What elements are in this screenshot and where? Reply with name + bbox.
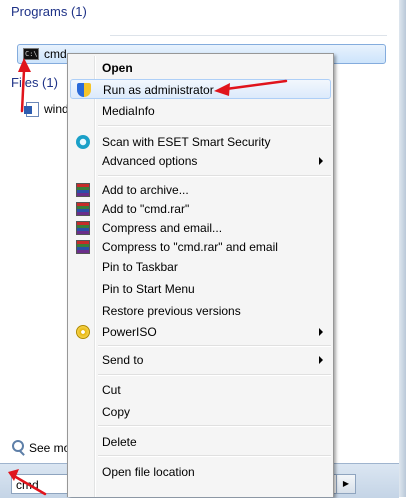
- menu-item-pin-to-taskbar-label: Pin to Taskbar: [102, 260, 178, 274]
- menu-separator: [98, 125, 331, 127]
- menu-separator: [98, 374, 331, 376]
- submenu-arrow-icon: [319, 328, 323, 336]
- menu-item-cut[interactable]: Cut: [70, 380, 331, 400]
- menu-item-add-to-cmd-rar-label: Add to "cmd.rar": [102, 202, 190, 216]
- files-group-header[interactable]: Files (1): [11, 75, 58, 90]
- menu-item-scan-eset-label: Scan with ESET Smart Security: [102, 135, 271, 149]
- menu-item-run-as-administrator-label: Run as administrator: [103, 83, 214, 97]
- menu-item-poweriso[interactable]: PowerISO: [70, 322, 331, 342]
- winrar-icon: [76, 202, 90, 216]
- menu-separator: [98, 425, 331, 427]
- menu-item-pin-to-start-menu[interactable]: Pin to Start Menu: [70, 279, 331, 299]
- menu-item-advanced-options[interactable]: Advanced options: [70, 151, 331, 171]
- menu-item-add-to-archive[interactable]: Add to archive...: [70, 180, 331, 200]
- submenu-arrow-icon: [319, 356, 323, 364]
- file-result[interactable]: wind: [22, 99, 69, 119]
- menu-item-open-label: Open: [102, 61, 133, 75]
- program-result-label: cmd: [44, 47, 67, 61]
- menu-item-add-to-cmd-rar[interactable]: Add to "cmd.rar": [70, 199, 331, 219]
- menu-item-open-file-location-label: Open file location: [102, 465, 195, 479]
- winrar-icon: [76, 240, 90, 254]
- cmd-icon: C:\: [23, 48, 39, 60]
- search-magnifier-icon: [12, 440, 24, 452]
- menu-item-delete[interactable]: Delete: [70, 432, 331, 452]
- word-document-icon: [24, 101, 39, 117]
- menu-item-compress-and-email[interactable]: Compress and email...: [70, 218, 331, 238]
- menu-item-pin-to-start-menu-label: Pin to Start Menu: [102, 282, 195, 296]
- programs-divider: [110, 35, 387, 36]
- menu-item-pin-to-taskbar[interactable]: Pin to Taskbar: [70, 257, 331, 277]
- poweriso-icon: [76, 325, 90, 339]
- menu-item-copy-label: Copy: [102, 405, 131, 419]
- menu-item-send-to-label: Send to: [102, 353, 144, 367]
- uac-shield-icon: [77, 83, 91, 97]
- menu-item-run-as-administrator[interactable]: Run as administrator: [70, 79, 331, 99]
- menu-separator: [98, 455, 331, 457]
- menu-item-add-to-archive-label: Add to archive...: [102, 183, 189, 197]
- menu-item-scan-eset[interactable]: Scan with ESET Smart Security: [70, 132, 331, 152]
- menu-item-restore-previous-versions-label: Restore previous versions: [102, 304, 241, 318]
- file-result-label: wind: [44, 102, 69, 116]
- menu-item-compress-and-email-label: Compress and email...: [102, 221, 223, 235]
- eset-icon: [76, 135, 90, 149]
- menu-item-delete-label: Delete: [102, 435, 137, 449]
- menu-item-cut-label: Cut: [102, 383, 121, 397]
- menu-item-copy[interactable]: Copy: [70, 402, 331, 422]
- menu-item-advanced-options-label: Advanced options: [102, 154, 198, 168]
- winrar-icon: [76, 221, 90, 235]
- menu-item-send-to[interactable]: Send to: [70, 350, 331, 370]
- menu-item-compress-cmd-rar-email[interactable]: Compress to "cmd.rar" and email: [70, 237, 331, 257]
- menu-item-mediainfo-label: MediaInfo: [102, 104, 155, 118]
- menu-item-poweriso-label: PowerISO: [102, 325, 157, 339]
- menu-item-compress-cmd-rar-email-label: Compress to "cmd.rar" and email: [102, 240, 278, 254]
- context-menu: Open Run as administrator MediaInfo Scan…: [67, 53, 334, 497]
- winrar-icon: [76, 183, 90, 197]
- menu-item-mediainfo[interactable]: MediaInfo: [70, 101, 331, 121]
- see-more-results-link[interactable]: See mo: [29, 441, 70, 455]
- window-edge: [399, 0, 406, 497]
- menu-separator: [98, 175, 331, 177]
- play-arrow-icon[interactable]: ▶: [336, 474, 356, 494]
- menu-item-restore-previous-versions[interactable]: Restore previous versions: [70, 301, 331, 321]
- menu-separator: [98, 345, 331, 347]
- menu-item-open[interactable]: Open: [70, 58, 331, 78]
- programs-group-header[interactable]: Programs (1): [11, 4, 87, 19]
- submenu-arrow-icon: [319, 157, 323, 165]
- menu-item-open-file-location[interactable]: Open file location: [70, 462, 331, 482]
